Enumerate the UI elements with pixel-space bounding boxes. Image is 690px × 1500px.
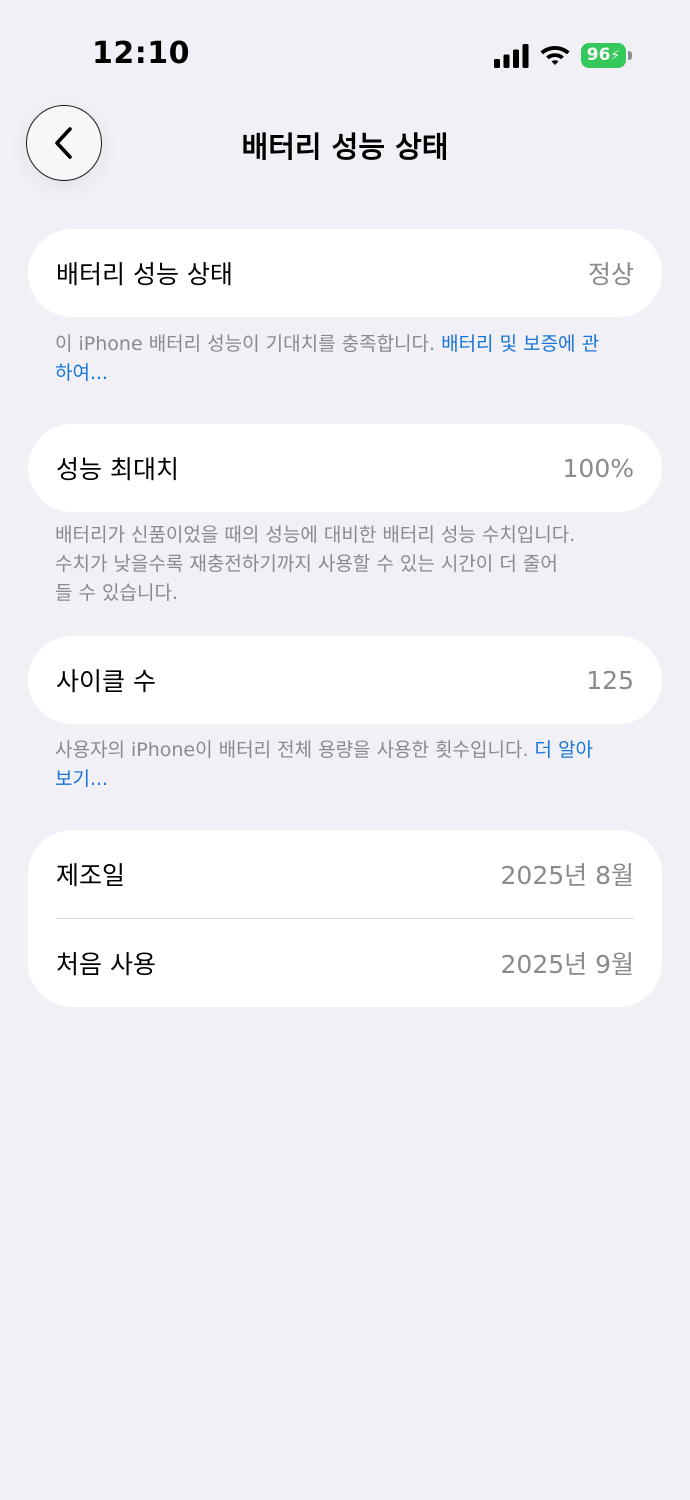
max-capacity-row: 성능 최대치 100% [28,424,662,512]
max-capacity-note-line2: 수치가 낮을수록 재충전하기까지 사용할 수 있는 시간이 더 줄어 [55,553,558,575]
wifi-icon [540,46,570,65]
manufacture-date-label: 제조일 [56,861,126,890]
battery-level-text: 96 [586,45,611,65]
battery-health-note-text: 이 iPhone 배터리 성능이 기대치를 충족합니다. [55,333,442,355]
cycle-count-value: 125 [586,665,634,695]
first-use-label: 처음 사용 [56,950,156,979]
cycle-count-note-text: 사용자의 iPhone이 배터리 전체 용량을 사용한 횟수입니다. [55,739,535,761]
battery-cap [628,51,632,60]
battery-level: 96⚡ [581,43,626,68]
manufacture-date-row: 제조일 2025년 8월 [28,830,662,918]
battery-health-card: 배터리 성능 상태 정상 [28,229,662,317]
max-capacity-note-line1: 배터리가 신품이었을 때의 성능에 대비한 배터리 성능 수치입니다. [55,524,576,546]
max-capacity-label: 성능 최대치 [56,455,179,484]
cycle-count-row: 사이클 수 125 [28,636,662,724]
cycle-count-label: 사이클 수 [56,667,156,696]
max-capacity-value: 100% [562,453,634,483]
cycle-count-card: 사이클 수 125 [28,636,662,724]
max-capacity-note: 배터리가 신품이었을 때의 성능에 대비한 배터리 성능 수치입니다. 수치가 … [55,521,655,608]
first-use-value: 2025년 9월 [500,950,634,979]
status-bar: 12:10 96⚡ [0,0,690,110]
battery-health-label: 배터리 성능 상태 [56,260,233,289]
battery-health-value: 정상 [587,260,634,289]
cycle-count-note: 사용자의 iPhone이 배터리 전체 용량을 사용한 횟수입니다. 더 알아보… [55,736,595,794]
status-time: 12:10 [92,36,190,71]
battery-charging-icon: 96⚡ [581,43,633,68]
max-capacity-card: 성능 최대치 100% [28,424,662,512]
max-capacity-note-line3: 들 수 있습니다. [55,582,178,604]
battery-health-row: 배터리 성능 상태 정상 [28,229,662,317]
battery-dates-card: 제조일 2025년 8월 처음 사용 2025년 9월 [28,830,662,1007]
first-use-row: 처음 사용 2025년 9월 [28,919,662,1007]
page-title: 배터리 성능 상태 [241,130,449,164]
manufacture-date-value: 2025년 8월 [500,861,634,890]
signal-icon [494,44,529,68]
battery-health-note: 이 iPhone 배터리 성능이 기대치를 충족합니다. 배터리 및 보증에 관… [55,330,615,388]
charging-bolt-icon: ⚡ [610,48,621,64]
